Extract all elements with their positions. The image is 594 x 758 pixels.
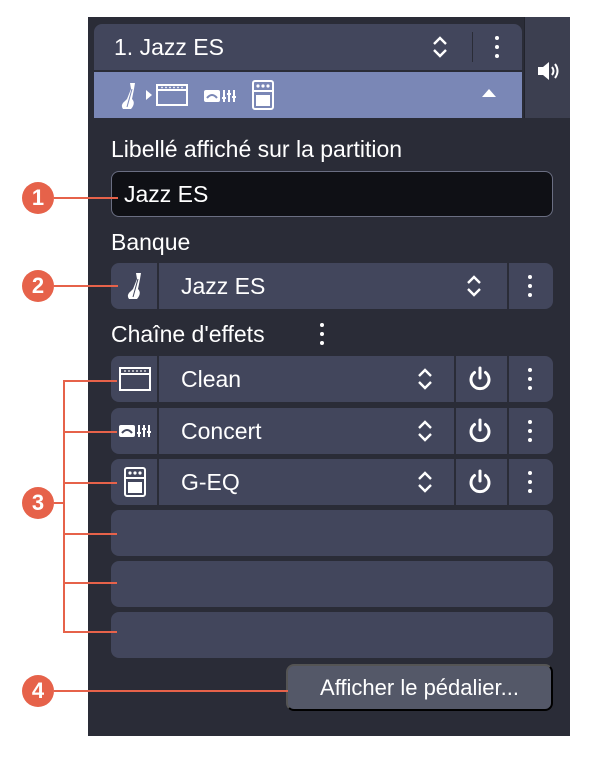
power-icon[interactable] bbox=[467, 418, 493, 444]
chevron-up-down-icon bbox=[433, 36, 447, 58]
score-label-input[interactable] bbox=[124, 172, 544, 216]
callout-leader-line bbox=[54, 285, 118, 287]
bank-selected: Jazz ES bbox=[181, 273, 266, 299]
callout-leader-line bbox=[54, 197, 118, 199]
empty-effect-slot[interactable] bbox=[111, 510, 553, 556]
bank-menu-icon[interactable] bbox=[527, 275, 533, 297]
effect-slot-2[interactable]: Concert bbox=[111, 408, 553, 454]
amp-head-icon bbox=[156, 84, 188, 106]
effect-icon-cell bbox=[111, 408, 159, 454]
chevron-up-down-icon bbox=[418, 420, 432, 442]
collapse-caret-icon[interactable] bbox=[482, 89, 496, 97]
score-label-field[interactable] bbox=[111, 171, 553, 217]
effect-icon-cell bbox=[111, 356, 159, 402]
amp-head-icon bbox=[119, 367, 151, 391]
effect-slot-label: Concert bbox=[181, 418, 262, 444]
preset-select[interactable]: 1. Jazz ES bbox=[94, 24, 522, 70]
cabinet-eq-icon bbox=[119, 425, 151, 437]
chevron-up-down-icon bbox=[418, 471, 432, 493]
pedal-icon bbox=[252, 80, 274, 110]
callout-badge: 1 bbox=[22, 182, 54, 214]
chevron-up-down-icon bbox=[418, 368, 432, 390]
effect-menu-icon[interactable] bbox=[527, 420, 533, 442]
callout-bracket-tick bbox=[63, 631, 117, 633]
callout-badge: 4 bbox=[22, 675, 54, 707]
effect-slot-label: Clean bbox=[181, 366, 242, 392]
effect-slot-label: G-EQ bbox=[181, 469, 240, 495]
bank-select[interactable]: Jazz ES bbox=[111, 263, 553, 309]
effect-menu-icon[interactable] bbox=[527, 471, 533, 493]
effects-chain-title: Chaîne d'effets bbox=[111, 321, 265, 347]
callout-bracket-tick bbox=[63, 533, 117, 535]
effect-menu-icon[interactable] bbox=[527, 368, 533, 390]
preset-name: 1. Jazz ES bbox=[114, 33, 224, 60]
empty-effect-slot[interactable] bbox=[111, 561, 553, 607]
divider bbox=[454, 459, 456, 505]
callout-bracket-tick bbox=[63, 380, 117, 382]
callout-bracket-tick bbox=[63, 431, 117, 433]
callout-leader-line bbox=[54, 690, 288, 692]
effect-slot-1[interactable]: Clean bbox=[111, 356, 553, 402]
effect-icon-cell bbox=[111, 459, 159, 505]
divider bbox=[454, 408, 456, 454]
callout-bracket-tick bbox=[63, 482, 117, 484]
signal-chain-bar[interactable] bbox=[94, 72, 522, 118]
guitar-icon bbox=[121, 83, 135, 109]
callout-bracket-tick bbox=[63, 582, 117, 584]
divider bbox=[454, 356, 456, 402]
divider bbox=[507, 408, 509, 454]
guitar-icon bbox=[127, 273, 141, 299]
show-pedalboard-button[interactable]: Afficher le pédalier... bbox=[286, 664, 553, 711]
bank-title: Banque bbox=[111, 229, 191, 255]
bank-icon-cell bbox=[111, 263, 159, 309]
chain-arrow-icon bbox=[146, 90, 152, 100]
callout-bracket bbox=[63, 380, 65, 633]
divider bbox=[507, 356, 509, 402]
empty-effect-slot[interactable] bbox=[111, 612, 553, 658]
divider bbox=[507, 263, 509, 309]
power-icon[interactable] bbox=[467, 366, 493, 392]
pedal-icon bbox=[124, 467, 146, 497]
speaker-icon[interactable] bbox=[536, 58, 562, 84]
effect-slot-3[interactable]: G-EQ bbox=[111, 459, 553, 505]
callout-badge: 3 bbox=[22, 487, 54, 519]
divider bbox=[472, 32, 473, 62]
score-label-title: Libellé affiché sur la partition bbox=[111, 136, 403, 162]
cabinet-eq-icon bbox=[204, 90, 236, 102]
effects-chain-menu-icon[interactable] bbox=[319, 323, 325, 345]
chevron-up-down-icon bbox=[467, 275, 481, 297]
preset-menu-icon[interactable] bbox=[494, 36, 500, 58]
power-icon[interactable] bbox=[467, 469, 493, 495]
callout-badge: 2 bbox=[22, 270, 54, 302]
divider bbox=[507, 459, 509, 505]
